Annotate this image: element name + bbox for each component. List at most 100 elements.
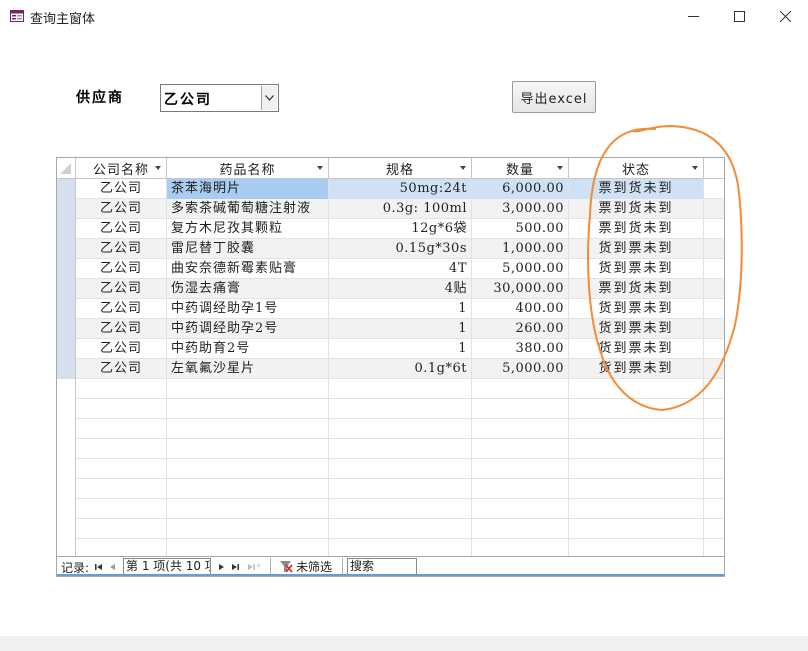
- column-header-spec[interactable]: 规格: [329, 158, 472, 179]
- minimize-button[interactable]: [670, 0, 716, 33]
- table-row[interactable]: 乙公司 左氧氟沙星片 0.1g*6t 5,000.00 货到票未到: [57, 359, 724, 379]
- column-dropdown-icon[interactable]: [692, 166, 698, 170]
- cell-company[interactable]: 乙公司: [76, 179, 167, 199]
- cell-quantity[interactable]: 6,000.00: [472, 179, 569, 199]
- cell-blank: [704, 199, 724, 219]
- cell-status[interactable]: 货到票未到: [569, 239, 704, 259]
- cell-company[interactable]: 乙公司: [76, 319, 167, 339]
- record-selector[interactable]: [57, 259, 76, 279]
- minimize-icon: [687, 16, 699, 17]
- cell-drug[interactable]: 中药助育2号: [167, 339, 329, 359]
- new-record-button[interactable]: [245, 560, 263, 574]
- cell-status[interactable]: 货到票未到: [569, 319, 704, 339]
- first-record-button[interactable]: [93, 560, 105, 574]
- column-header-drug[interactable]: 药品名称: [167, 158, 329, 179]
- table-row[interactable]: 乙公司 中药调经助孕1号 1 400.00 货到票未到: [57, 299, 724, 319]
- maximize-button[interactable]: [716, 0, 762, 33]
- cell-status[interactable]: 货到票未到: [569, 299, 704, 319]
- cell-status[interactable]: 票到货未到: [569, 279, 704, 299]
- cell-spec[interactable]: 1: [329, 299, 472, 319]
- cell-drug[interactable]: 左氧氟沙星片: [167, 359, 329, 379]
- table-row[interactable]: 乙公司 中药助育2号 1 380.00 货到票未到: [57, 339, 724, 359]
- cell-blank: [704, 319, 724, 339]
- cell-company[interactable]: 乙公司: [76, 219, 167, 239]
- cell-quantity[interactable]: 400.00: [472, 299, 569, 319]
- cell-spec[interactable]: 0.15g*30s: [329, 239, 472, 259]
- cell-drug[interactable]: 伤湿去痛膏: [167, 279, 329, 299]
- table-row[interactable]: 乙公司 曲安奈德新霉素贴膏 4T 5,000.00 货到票未到: [57, 259, 724, 279]
- cell-spec[interactable]: 4T: [329, 259, 472, 279]
- table-row[interactable]: 乙公司 茶苯海明片 50mg:24t 6,000.00 票到货未到: [57, 179, 724, 199]
- cell-drug[interactable]: 茶苯海明片: [167, 179, 329, 199]
- cell-spec[interactable]: 50mg:24t: [329, 179, 472, 199]
- cell-spec[interactable]: 1: [329, 339, 472, 359]
- cell-status[interactable]: 票到货未到: [569, 179, 704, 199]
- cell-company[interactable]: 乙公司: [76, 259, 167, 279]
- cell-drug[interactable]: 复方木尼孜其颗粒: [167, 219, 329, 239]
- cell-quantity[interactable]: 3,000.00: [472, 199, 569, 219]
- cell-quantity[interactable]: 5,000.00: [472, 259, 569, 279]
- table-row[interactable]: 乙公司 雷尼替丁胶囊 0.15g*30s 1,000.00 货到票未到: [57, 239, 724, 259]
- previous-record-button[interactable]: [107, 560, 119, 574]
- cell-company[interactable]: 乙公司: [76, 199, 167, 219]
- select-all-corner[interactable]: [57, 158, 76, 179]
- table-row[interactable]: 乙公司 伤湿去痛膏 4贴 30,000.00 票到货未到: [57, 279, 724, 299]
- record-selector[interactable]: [57, 239, 76, 259]
- record-selector[interactable]: [57, 219, 76, 239]
- filter-status-button[interactable]: 未筛选: [279, 558, 332, 575]
- cell-spec[interactable]: 1: [329, 319, 472, 339]
- cell-drug[interactable]: 曲安奈德新霉素贴膏: [167, 259, 329, 279]
- cell-drug[interactable]: 雷尼替丁胶囊: [167, 239, 329, 259]
- cell-spec[interactable]: 4贴: [329, 279, 472, 299]
- current-record-field[interactable]: 第 1 项(共 10 项: [123, 558, 211, 575]
- cell-quantity[interactable]: 5,000.00: [472, 359, 569, 379]
- cell-company[interactable]: 乙公司: [76, 299, 167, 319]
- cell-quantity[interactable]: 500.00: [472, 219, 569, 239]
- column-header-company[interactable]: 公司名称: [76, 158, 167, 179]
- cell-drug[interactable]: 多索茶碱葡萄糖注射液: [167, 199, 329, 219]
- table-row[interactable]: 乙公司 复方木尼孜其颗粒 12g*6袋 500.00 票到货未到: [57, 219, 724, 239]
- supplier-combobox[interactable]: 乙公司: [160, 84, 279, 112]
- next-record-button[interactable]: [215, 560, 227, 574]
- cell-company[interactable]: 乙公司: [76, 339, 167, 359]
- cell-spec[interactable]: 0.3g: 100ml: [329, 199, 472, 219]
- cell-quantity[interactable]: 380.00: [472, 339, 569, 359]
- table-row[interactable]: 乙公司 中药调经助孕2号 1 260.00 货到票未到: [57, 319, 724, 339]
- cell-status[interactable]: 货到票未到: [569, 359, 704, 379]
- cell-quantity[interactable]: 260.00: [472, 319, 569, 339]
- supplier-dropdown-button[interactable]: [261, 86, 277, 110]
- empty-row: [57, 459, 724, 479]
- cell-status[interactable]: 货到票未到: [569, 259, 704, 279]
- record-selector[interactable]: [57, 199, 76, 219]
- record-selector[interactable]: [57, 299, 76, 319]
- cell-spec[interactable]: 0.1g*6t: [329, 359, 472, 379]
- column-dropdown-icon[interactable]: [557, 166, 563, 170]
- record-selector[interactable]: [57, 319, 76, 339]
- cell-drug[interactable]: 中药调经助孕2号: [167, 319, 329, 339]
- cell-company[interactable]: 乙公司: [76, 279, 167, 299]
- record-selector[interactable]: [57, 179, 76, 199]
- cell-spec[interactable]: 12g*6袋: [329, 219, 472, 239]
- last-record-button[interactable]: [229, 560, 241, 574]
- cell-status[interactable]: 票到货未到: [569, 219, 704, 239]
- column-dropdown-icon[interactable]: [460, 166, 466, 170]
- column-dropdown-icon[interactable]: [317, 166, 323, 170]
- column-dropdown-icon[interactable]: [155, 166, 161, 170]
- cell-company[interactable]: 乙公司: [76, 359, 167, 379]
- title-bar: 查询主窗体: [0, 0, 808, 33]
- cell-drug[interactable]: 中药调经助孕1号: [167, 299, 329, 319]
- cell-status[interactable]: 票到货未到: [569, 199, 704, 219]
- table-row[interactable]: 乙公司 多索茶碱葡萄糖注射液 0.3g: 100ml 3,000.00 票到货未…: [57, 199, 724, 219]
- record-selector[interactable]: [57, 359, 76, 379]
- record-selector[interactable]: [57, 339, 76, 359]
- cell-status[interactable]: 货到票未到: [569, 339, 704, 359]
- export-excel-button[interactable]: 导出excel: [512, 81, 596, 113]
- close-button[interactable]: [762, 0, 808, 33]
- search-input[interactable]: 搜索: [347, 558, 417, 575]
- column-header-quantity[interactable]: 数量: [472, 158, 569, 179]
- cell-quantity[interactable]: 30,000.00: [472, 279, 569, 299]
- record-selector[interactable]: [57, 279, 76, 299]
- cell-quantity[interactable]: 1,000.00: [472, 239, 569, 259]
- column-header-status[interactable]: 状态: [569, 158, 704, 179]
- cell-company[interactable]: 乙公司: [76, 239, 167, 259]
